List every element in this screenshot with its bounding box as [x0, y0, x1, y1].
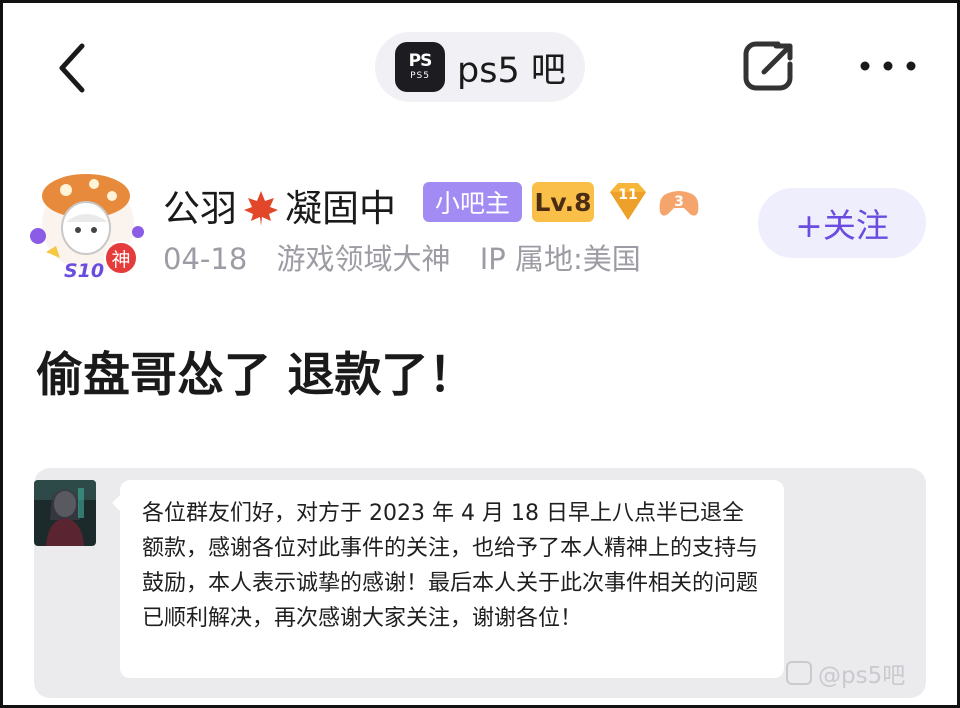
image-watermark: @ps5吧 [786, 656, 905, 690]
maple-leaf-icon [244, 190, 278, 226]
chat-avatar [34, 480, 96, 546]
ip-location: IP 属地:美国 [479, 242, 641, 276]
game-badge: 3 [656, 184, 702, 222]
chevron-left-icon [59, 43, 85, 93]
back-button[interactable] [50, 40, 94, 96]
author-name-part1: 公羽 [163, 187, 237, 230]
forum-logo-sub: PS5 [410, 71, 430, 81]
avatar-tag: S10 [64, 260, 105, 282]
watermark-text: @ps5吧 [818, 663, 906, 689]
follow-button[interactable]: +关注 [758, 188, 926, 258]
level-badge: Lv.8 [532, 182, 594, 222]
forum-link[interactable]: PS PS5 ps5 吧 [375, 32, 585, 102]
author-name-part2: 凝固中 [285, 187, 396, 230]
author-avatar[interactable]: S10 神 [26, 166, 156, 284]
role-badge: 小吧主 [423, 182, 522, 222]
post-image[interactable]: 各位群友们好，对方于 2023 年 4 月 18 日早上八点半已退全额款，感谢各… [34, 468, 926, 698]
author-name[interactable]: 公羽 凝固中 [163, 178, 396, 232]
more-button[interactable] [856, 44, 920, 88]
game-badge-value: 3 [674, 194, 684, 210]
post-meta: 04-18 游戏领域大神 IP 属地:美国 [163, 236, 661, 278]
gamepad-icon: 3 [659, 191, 699, 216]
avatar-badge: 神 [104, 241, 138, 275]
share-icon [743, 41, 793, 91]
gem-badge: 11 [604, 180, 652, 224]
chat-avatar-image [34, 480, 96, 546]
forum-logo: PS PS5 [395, 42, 445, 92]
share-button[interactable] [740, 38, 800, 94]
author-title: 游戏领域大神 [276, 242, 451, 276]
forum-logo-mark: PS [408, 51, 433, 71]
forum-name: ps5 吧 [457, 50, 566, 91]
chat-message: 各位群友们好，对方于 2023 年 4 月 18 日早上八点半已退全额款，感谢各… [120, 480, 784, 678]
more-icon [860, 61, 916, 71]
watermark-icon [786, 661, 812, 685]
gem-badge-value: 11 [618, 187, 638, 203]
post-title: 偷盘哥怂了 退款了！ [36, 348, 476, 403]
post-date: 04-18 [163, 242, 248, 276]
